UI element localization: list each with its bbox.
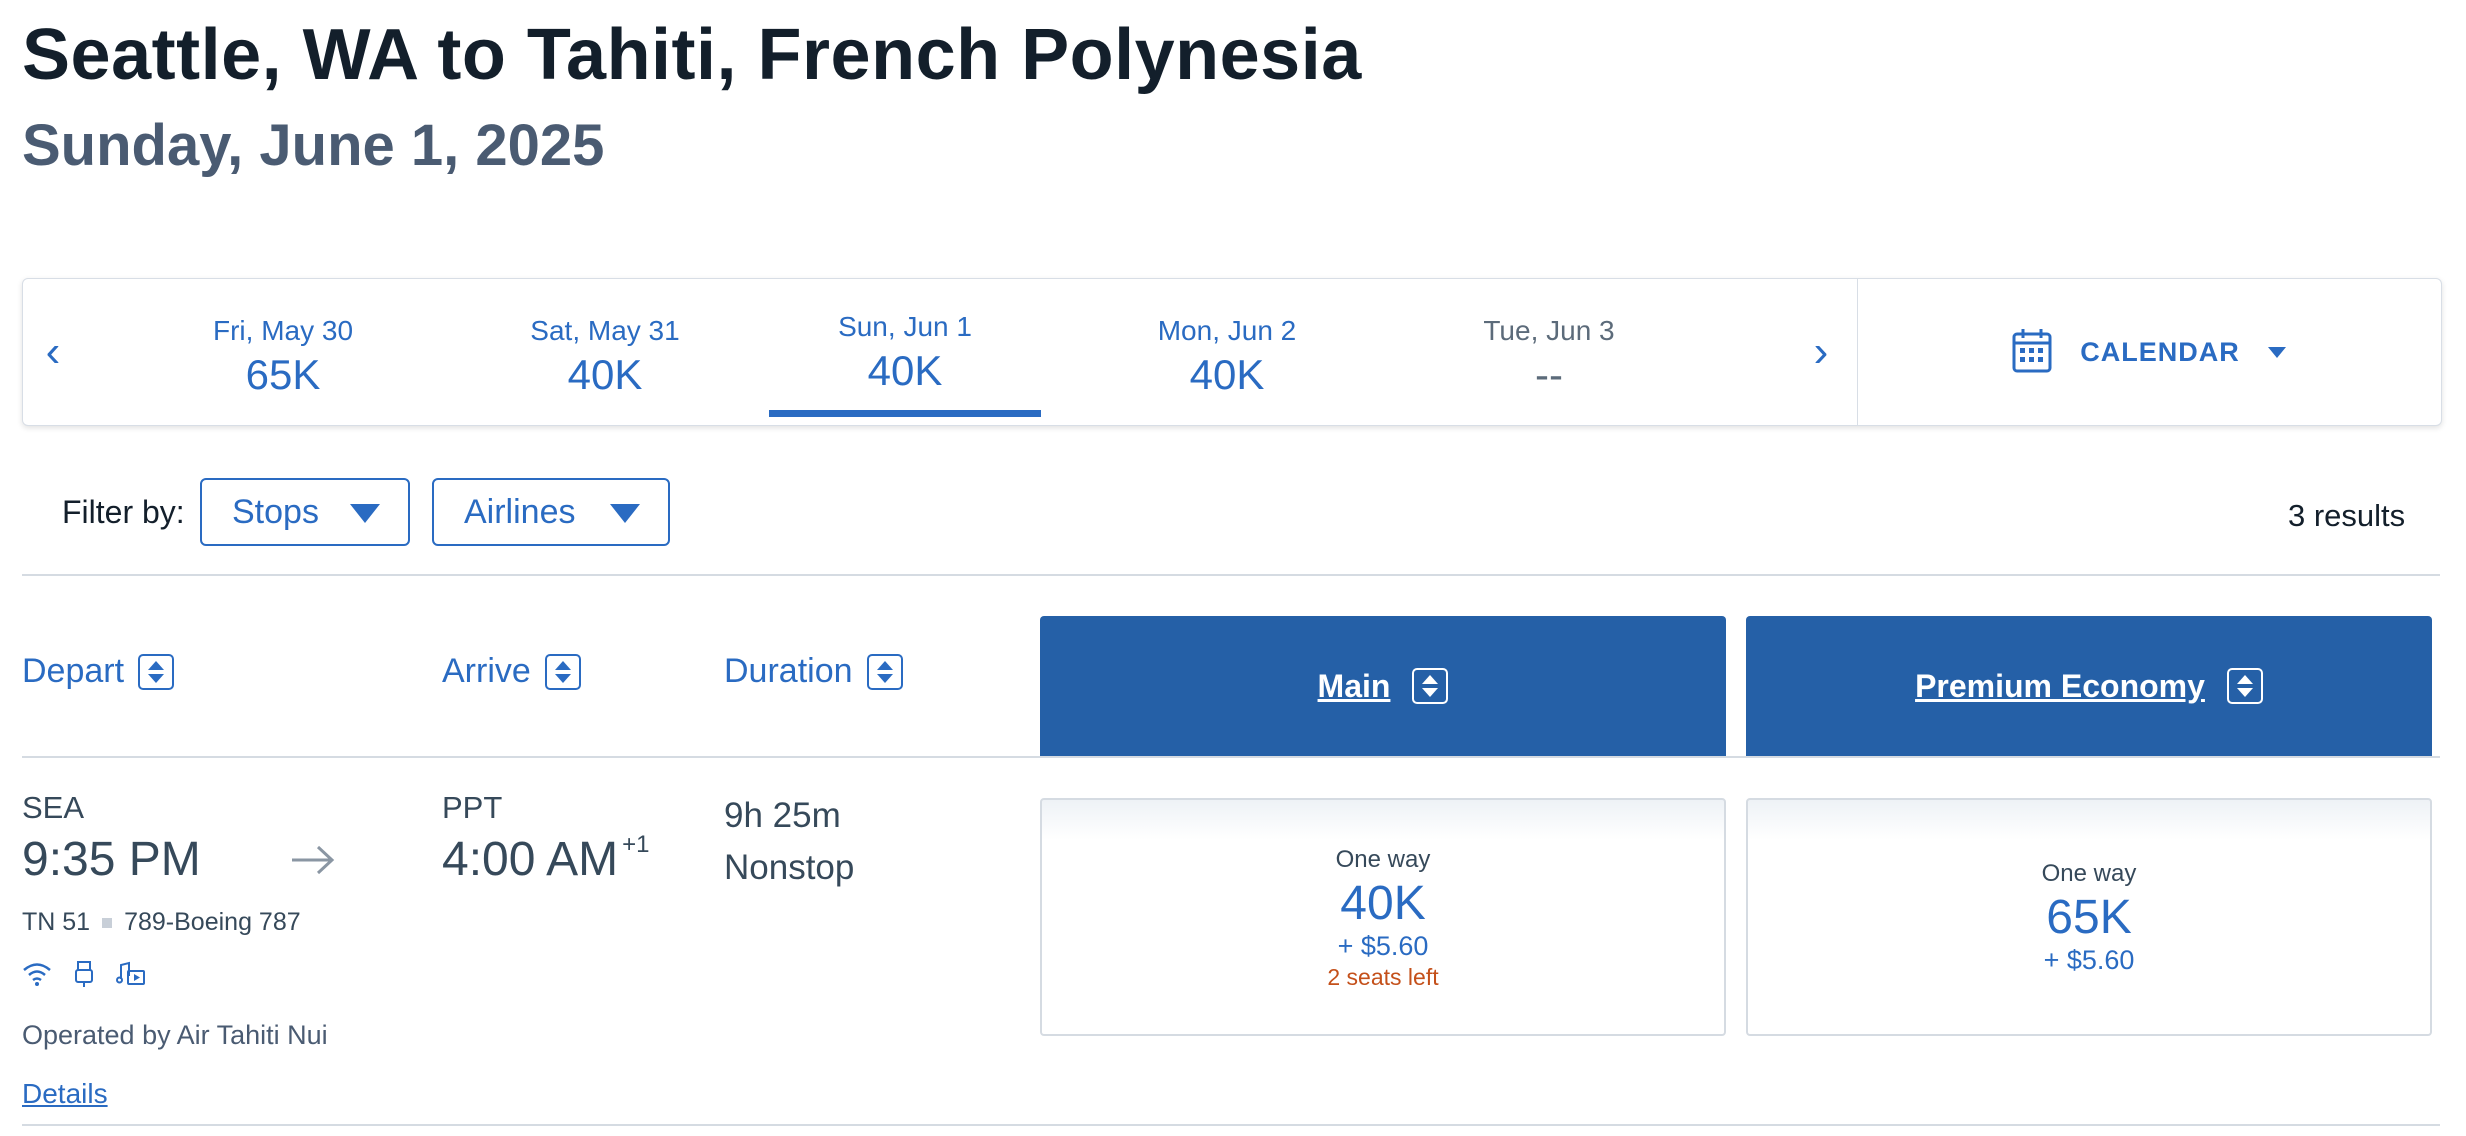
chevron-down-icon: [350, 504, 380, 523]
flight-duration: 9h 25m: [724, 796, 841, 835]
depart-time: 9:35 PM: [22, 833, 201, 886]
stops-filter-label: Stops: [232, 492, 319, 531]
sort-main-cabin-button[interactable]: Main: [1040, 616, 1726, 756]
date-option-jun-3[interactable]: Tue, Jun 3 --: [1413, 279, 1685, 425]
duration-column-label: Duration: [724, 652, 853, 690]
amenities: [22, 960, 146, 993]
arrive-column-label: Arrive: [442, 652, 531, 690]
date-option-price: 40K: [567, 351, 643, 398]
filter-label: Filter by:: [62, 494, 185, 530]
sort-arrive-button[interactable]: Arrive: [442, 652, 581, 691]
chevron-down-icon: [610, 504, 640, 523]
fare-type: One way: [2041, 860, 2137, 887]
date-selector: ‹ Fri, May 30 65K Sat, May 31 40K Sun, J…: [22, 278, 2442, 426]
duration-info: 9h 25m Nonstop: [724, 790, 854, 894]
sort-depart-button[interactable]: Depart: [22, 652, 175, 691]
airlines-filter-label: Airlines: [464, 492, 576, 531]
date-option-price: 40K: [1189, 351, 1265, 398]
sort-icon: [138, 653, 175, 690]
premium-economy-fare-button[interactable]: One way 65K + $5.60: [1746, 798, 2432, 1036]
row-divider: [22, 1124, 2440, 1126]
separator: [102, 917, 113, 928]
depart-column-label: Depart: [22, 652, 125, 690]
chevron-down-icon: [2267, 346, 2286, 358]
main-fare-button[interactable]: One way 40K + $5.60 2 seats left: [1040, 798, 1726, 1036]
flight-number: TN 51: [22, 908, 91, 936]
fare-points: 65K: [2046, 891, 2132, 944]
wifi-icon: [22, 961, 52, 992]
fare-taxes: + $5.60: [1337, 931, 1429, 961]
operated-by: Operated by Air Tahiti Nui: [22, 1020, 328, 1050]
date-option-label: Tue, Jun 3: [1483, 315, 1615, 346]
sort-premium-economy-button[interactable]: Premium Economy: [1746, 616, 2432, 756]
sort-icon: [2226, 668, 2263, 704]
date-option-label: Sun, Jun 1: [838, 311, 972, 342]
sort-icon: [1412, 668, 1449, 704]
page-title: Seattle, WA to Tahiti, French Polynesia: [22, 15, 1362, 95]
sort-icon: [544, 653, 581, 690]
premium-economy-label: Premium Economy: [1915, 667, 2205, 704]
seats-left-badge: 2 seats left: [1327, 964, 1439, 990]
travel-date: Sunday, June 1, 2025: [22, 113, 605, 178]
flight-info: TN 51 789-Boeing 787: [22, 908, 301, 937]
date-option-label: Sat, May 31: [530, 315, 680, 346]
date-option-price: 40K: [867, 347, 943, 394]
date-option-label: Fri, May 30: [212, 315, 354, 346]
arrow-right-icon: [290, 842, 336, 883]
origin-airport: SEA: [22, 790, 85, 825]
next-dates-button[interactable]: ›: [1791, 279, 1851, 425]
date-option-jun-2[interactable]: Mon, Jun 2 40K: [1091, 279, 1363, 425]
calendar-icon: [2012, 327, 2052, 378]
header-divider: [22, 756, 2440, 758]
destination-airport: PPT: [442, 790, 503, 825]
aircraft-type: 789-Boeing 787: [124, 908, 301, 936]
main-cabin-label: Main: [1317, 667, 1391, 704]
day-offset: +1: [622, 831, 650, 858]
date-option-price: 65K: [245, 351, 321, 398]
selected-date-indicator: [769, 410, 1041, 417]
stops-info: Nonstop: [724, 848, 855, 887]
fare-taxes: + $5.60: [2043, 945, 2135, 975]
usb-power-icon: [74, 960, 94, 993]
filter-divider: [22, 574, 2440, 576]
airlines-filter-dropdown[interactable]: Airlines: [432, 478, 670, 546]
date-option-may-31[interactable]: Sat, May 31 40K: [469, 279, 741, 425]
date-option-jun-1[interactable]: Sun, Jun 1 40K: [769, 279, 1041, 425]
calendar-button[interactable]: CALENDAR: [1858, 279, 2440, 425]
results-count: 3 results: [2288, 498, 2406, 533]
stops-filter-dropdown[interactable]: Stops: [200, 478, 410, 546]
date-option-price: --: [1535, 351, 1563, 398]
date-option-may-30[interactable]: Fri, May 30 65K: [147, 279, 419, 425]
entertainment-icon: [116, 961, 146, 992]
previous-dates-button[interactable]: ‹: [23, 279, 83, 425]
calendar-label: CALENDAR: [2080, 336, 2240, 367]
fare-points: 40K: [1340, 877, 1426, 930]
sort-duration-button[interactable]: Duration: [724, 652, 903, 691]
date-option-label: Mon, Jun 2: [1157, 315, 1297, 346]
arrive-time-group: 4:00 AM +1: [442, 831, 650, 887]
sort-icon: [866, 653, 903, 690]
arrive-time: 4:00 AM: [442, 833, 619, 886]
details-link[interactable]: Details: [22, 1078, 108, 1110]
fare-type: One way: [1335, 846, 1431, 873]
